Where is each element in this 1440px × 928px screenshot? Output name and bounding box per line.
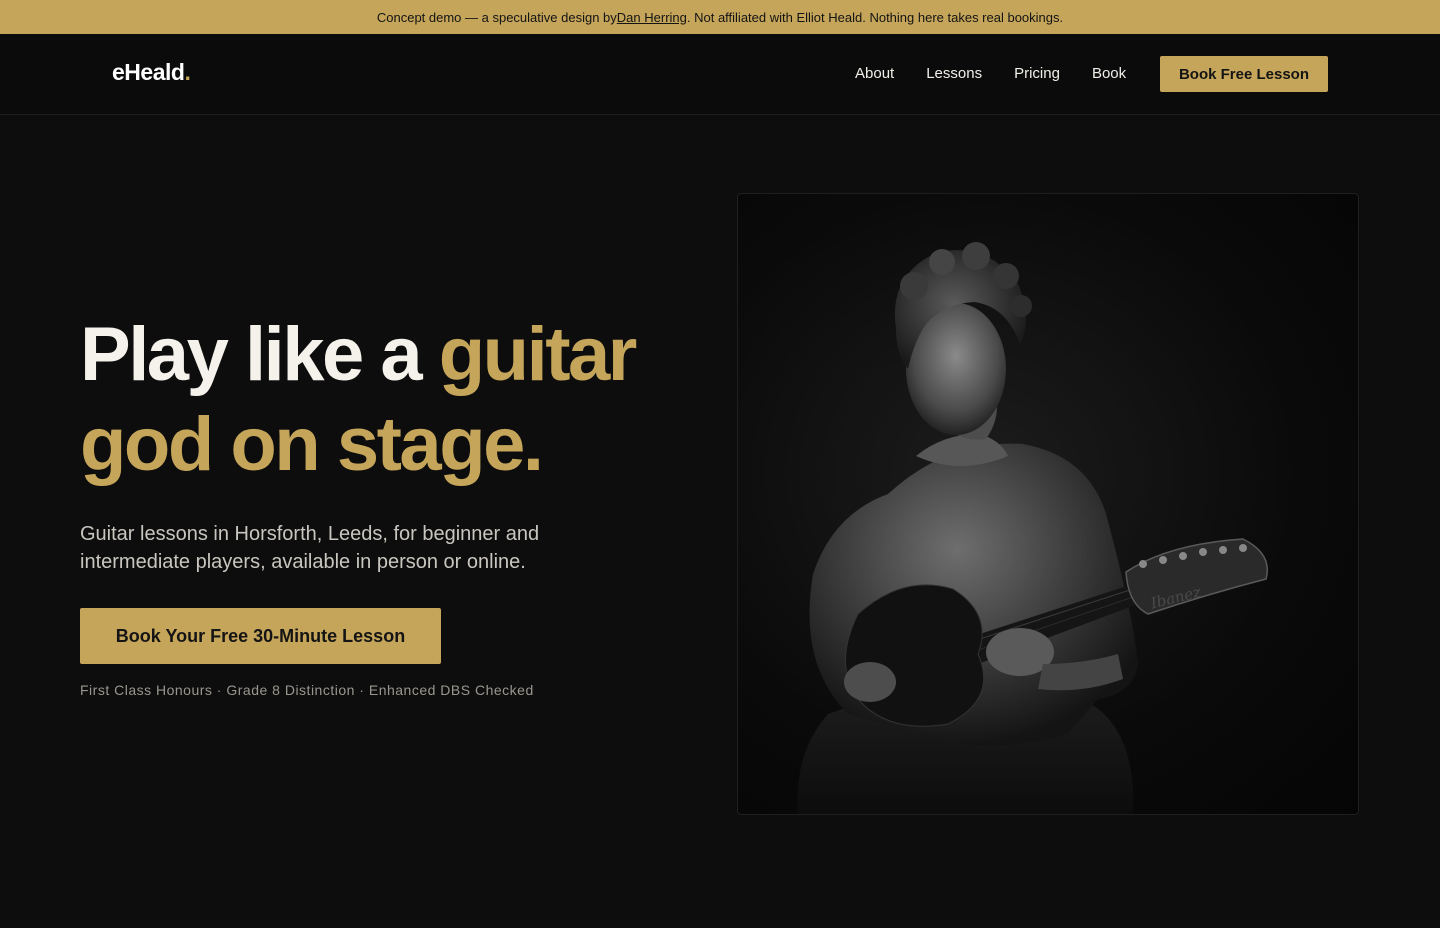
hero-title-gold-2: god on stage.	[80, 402, 544, 487]
nav-link-book[interactable]: Book	[1092, 65, 1126, 82]
book-free-lesson-button[interactable]: Book Free Lesson	[1160, 56, 1328, 92]
logo-dot: .	[184, 59, 191, 85]
logo-text: eHeald	[112, 59, 185, 85]
notice-suffix: . Not affiliated with Elliot Heald. Noth…	[686, 9, 1064, 25]
nav-links: About Lessons Pricing Book	[855, 65, 1158, 82]
guitarist-portrait-icon: Ibanez	[797, 242, 1268, 814]
hero-title: Play like a guitar god on stage.	[80, 310, 638, 490]
author-link[interactable]: Dan Herring	[617, 10, 687, 25]
guitarist-portrait-photo: Ibanez	[737, 193, 1359, 815]
nav-link-pricing[interactable]: Pricing	[1014, 65, 1060, 82]
site-logo[interactable]: eHeald.	[112, 59, 191, 86]
hero-subtitle: Guitar lessons in Horsforth, Leeds, for …	[80, 523, 540, 573]
nav-link-lessons[interactable]: Lessons	[926, 65, 982, 82]
book-free-30-minute-lesson-button[interactable]: Book Your Free 30-Minute Lesson	[80, 608, 441, 664]
notice-prefix: Concept demo — a speculative design by	[376, 9, 617, 25]
hero-title-gold-1: guitar	[438, 312, 638, 397]
hero-title-white: Play like a	[80, 312, 439, 397]
concept-notice-bar: Concept demo — a speculative design by D…	[0, 0, 1440, 34]
top-nav: eHeald. About Lessons Pricing Book Book …	[0, 34, 1440, 115]
nav-link-about[interactable]: About	[855, 65, 894, 82]
credentials-line: First Class Honours · Grade 8 Distinctio…	[80, 682, 534, 698]
